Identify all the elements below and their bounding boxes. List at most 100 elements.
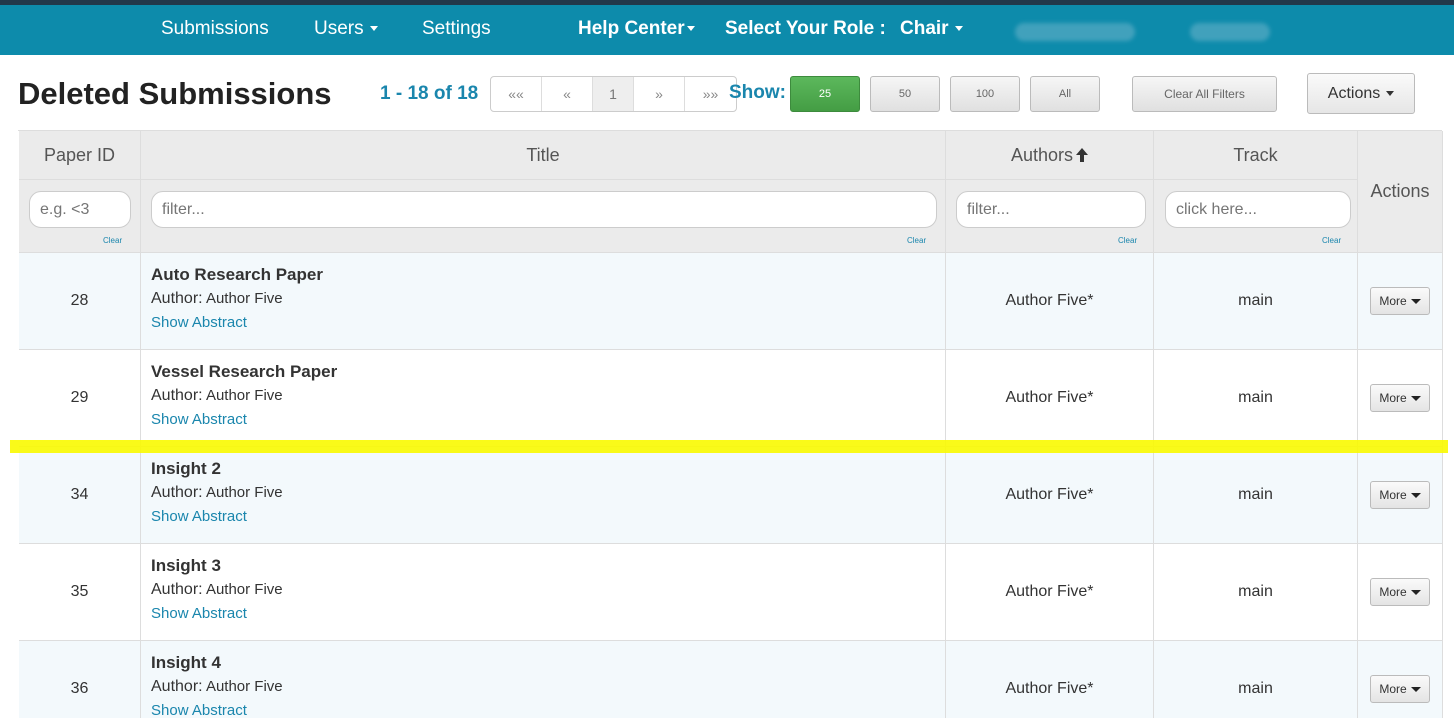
role-dropdown[interactable]: Chair (900, 18, 963, 40)
title-cell: Auto Research Paper Author: Author Five … (141, 253, 946, 349)
author-name: Author Five (205, 290, 283, 307)
table-row: 34 Insight 2 Author: Author Five Show Ab… (19, 447, 1443, 544)
nav-users-label: Users (314, 18, 364, 39)
sort-up-arrow-icon (1076, 148, 1089, 162)
show-abstract-link[interactable]: Show Abstract (151, 314, 945, 331)
paper-title: Auto Research Paper (151, 265, 323, 284)
paper-id-cell: 36 (19, 641, 141, 718)
table-row: 36 Insight 4 Author: Author Five Show Ab… (19, 641, 1443, 718)
author-line: Author: Author Five (151, 290, 945, 308)
title-cell: Insight 3 Author: Author Five Show Abstr… (141, 544, 946, 640)
table-row: 35 Insight 3 Author: Author Five Show Ab… (19, 544, 1443, 641)
clear-authors-filter-link[interactable]: Clear (1118, 236, 1137, 245)
authors-cell: Author Five* (946, 350, 1154, 446)
header-paper-id[interactable]: Paper ID (19, 131, 141, 180)
show-label: Show: (729, 82, 786, 103)
paper-id-cell: 28 (19, 253, 141, 349)
page-size-50-button[interactable]: 50 (870, 76, 940, 112)
select-role-label: Select Your Role : (725, 18, 886, 39)
paper-id-cell: 34 (19, 447, 141, 543)
page-size-100-button[interactable]: 100 (950, 76, 1020, 112)
pagination: «« « 1 » »» (490, 76, 737, 112)
paper-title: Insight 3 (151, 556, 221, 575)
author-name: Author Five (205, 581, 283, 598)
redacted-user-menu (1190, 23, 1270, 41)
submissions-table: Paper ID Title Authors Track Actions Cle… (18, 130, 1443, 718)
row-actions-cell: More (1358, 544, 1443, 640)
table-row: 28 Auto Research Paper Author: Author Fi… (19, 253, 1443, 350)
clear-all-filters-button[interactable]: Clear All Filters (1132, 76, 1277, 112)
author-prefix: Author: (151, 290, 203, 307)
header-track[interactable]: Track (1154, 131, 1358, 180)
actions-button[interactable]: Actions (1307, 73, 1415, 114)
navbar: Submissions Users Settings Help Center S… (0, 5, 1454, 55)
more-button[interactable]: More (1370, 578, 1430, 606)
more-label: More (1379, 682, 1407, 696)
table-row: 29 Vessel Research Paper Author: Author … (19, 350, 1443, 447)
more-label: More (1379, 294, 1407, 308)
author-prefix: Author: (151, 484, 203, 501)
paper-id-filter-input[interactable] (29, 191, 131, 228)
author-line: Author: Author Five (151, 387, 945, 405)
redacted-user-name (1015, 23, 1135, 41)
pager-next[interactable]: » (634, 77, 685, 111)
author-prefix: Author: (151, 387, 203, 404)
page-size-all-button[interactable]: All (1030, 76, 1100, 112)
more-button[interactable]: More (1370, 384, 1430, 412)
pager-first[interactable]: «« (491, 77, 542, 111)
chevron-down-icon (369, 26, 378, 32)
author-line: Author: Author Five (151, 484, 945, 502)
filter-cell-title: Clear (141, 180, 946, 253)
show-abstract-link[interactable]: Show Abstract (151, 702, 945, 718)
track-filter-input[interactable] (1165, 191, 1351, 228)
show-abstract-link[interactable]: Show Abstract (151, 411, 945, 428)
page-title: Deleted Submissions (18, 76, 332, 111)
filter-cell-authors: Clear (946, 180, 1154, 253)
more-button[interactable]: More (1370, 481, 1430, 509)
pager-current[interactable]: 1 (593, 77, 634, 111)
show-abstract-link[interactable]: Show Abstract (151, 605, 945, 622)
clear-title-filter-link[interactable]: Clear (907, 236, 926, 245)
pager-prev[interactable]: « (542, 77, 593, 111)
role-label: Chair (900, 18, 949, 39)
chevron-down-icon (1410, 492, 1421, 498)
authors-cell: Author Five* (946, 447, 1154, 543)
nav-submissions[interactable]: Submissions (161, 18, 269, 40)
author-prefix: Author: (151, 581, 203, 598)
row-actions-cell: More (1358, 447, 1443, 543)
more-label: More (1379, 488, 1407, 502)
more-button[interactable]: More (1370, 675, 1430, 703)
filter-cell-track: Clear (1154, 180, 1358, 253)
author-name: Author Five (205, 484, 283, 501)
paper-title: Insight 4 (151, 653, 221, 672)
paper-id-cell: 29 (19, 350, 141, 446)
authors-filter-input[interactable] (956, 191, 1146, 228)
actions-label: Actions (1327, 84, 1381, 102)
chevron-down-icon (686, 26, 695, 32)
nav-help-center-label: Help Center (578, 18, 685, 39)
row-actions-cell: More (1358, 641, 1443, 718)
clear-paper-id-filter-link[interactable]: Clear (103, 236, 122, 245)
nav-settings[interactable]: Settings (422, 18, 491, 40)
row-actions-cell: More (1358, 350, 1443, 446)
author-name: Author Five (205, 678, 283, 695)
header-authors[interactable]: Authors (946, 131, 1154, 180)
chevron-down-icon (1386, 91, 1395, 96)
title-filter-input[interactable] (151, 191, 937, 228)
clear-track-filter-link[interactable]: Clear (1322, 236, 1341, 245)
chevron-down-icon (1410, 298, 1421, 304)
header-actions: Actions (1358, 131, 1443, 253)
pager-count: 1 - 18 of 18 (380, 83, 479, 104)
paper-id-cell: 35 (19, 544, 141, 640)
header-title[interactable]: Title (141, 131, 946, 180)
show-abstract-link[interactable]: Show Abstract (151, 508, 945, 525)
paper-title: Insight 2 (151, 459, 221, 478)
title-cell: Insight 4 Author: Author Five Show Abstr… (141, 641, 946, 718)
more-label: More (1379, 391, 1407, 405)
paper-title: Vessel Research Paper (151, 362, 338, 381)
more-button[interactable]: More (1370, 287, 1430, 315)
title-cell: Insight 2 Author: Author Five Show Abstr… (141, 447, 946, 543)
page-size-25-button[interactable]: 25 (790, 76, 860, 112)
nav-users[interactable]: Users (314, 18, 378, 40)
nav-help-center[interactable]: Help Center (578, 18, 695, 40)
